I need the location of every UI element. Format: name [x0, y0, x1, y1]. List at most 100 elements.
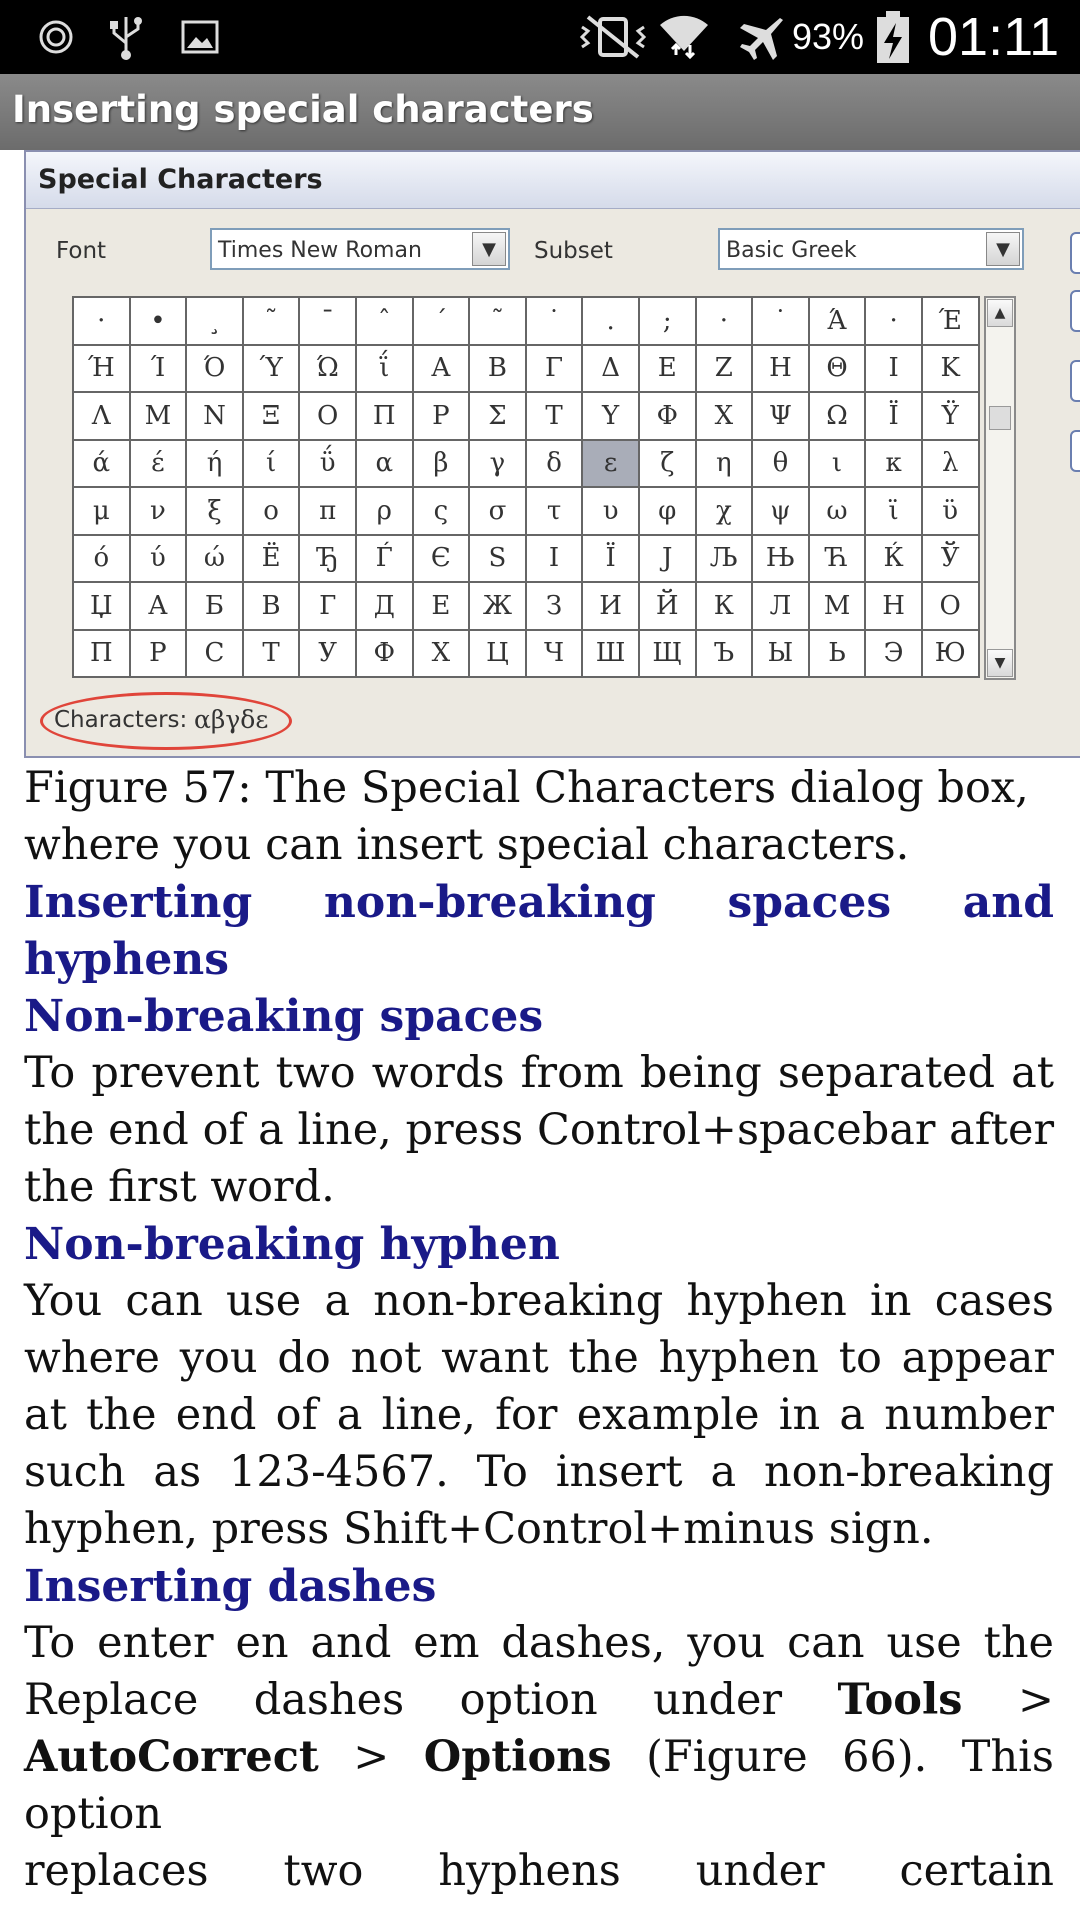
char-cell[interactable]: Ά	[807, 296, 867, 346]
char-cell[interactable]: С	[185, 628, 244, 678]
char-cell[interactable]: Α	[411, 343, 471, 393]
char-cell[interactable]: Э	[864, 628, 923, 678]
char-cell[interactable]: Ь	[807, 628, 867, 678]
char-cell[interactable]: θ	[751, 438, 810, 488]
char-cell[interactable]: ˙	[751, 296, 810, 346]
scroll-thumb[interactable]	[989, 406, 1011, 430]
char-cell[interactable]: J	[637, 533, 697, 583]
char-cell[interactable]: Б	[185, 581, 244, 631]
char-cell[interactable]: π	[298, 486, 357, 536]
char-cell[interactable]: ω	[807, 486, 867, 536]
dialog-button-cancel[interactable]	[1070, 290, 1080, 332]
char-cell[interactable]: S	[468, 533, 527, 583]
char-cell[interactable]: Џ	[72, 581, 131, 631]
char-cell[interactable]: ώ	[185, 533, 244, 583]
char-cell[interactable]: α	[354, 438, 414, 488]
char-cell[interactable]: σ	[468, 486, 527, 536]
char-cell[interactable]: З	[524, 581, 584, 631]
char-cell[interactable]: Д	[354, 581, 414, 631]
char-cell[interactable]: ˜	[241, 296, 301, 346]
char-cell[interactable]: τ	[524, 486, 584, 536]
char-cell[interactable]: Ю	[920, 628, 980, 678]
char-cell[interactable]: У	[298, 628, 357, 678]
char-cell[interactable]: Η	[751, 343, 810, 393]
char-cell[interactable]: Р	[128, 628, 188, 678]
scroll-down-icon[interactable]: ▼	[987, 649, 1013, 677]
char-cell[interactable]: •	[128, 296, 188, 346]
char-cell[interactable]: Н	[864, 581, 923, 631]
char-cell[interactable]: ˜	[468, 296, 527, 346]
char-cell[interactable]: Є	[411, 533, 471, 583]
char-cell[interactable]: Ε	[637, 343, 697, 393]
char-cell[interactable]: Λ	[72, 391, 131, 441]
char-cell[interactable]: η	[694, 438, 754, 488]
char-cell[interactable]: β	[411, 438, 471, 488]
char-cell[interactable]: γ	[468, 438, 527, 488]
char-cell[interactable]: Ш	[581, 628, 640, 678]
char-cell[interactable]: Ц	[468, 628, 527, 678]
char-cell[interactable]: Χ	[694, 391, 754, 441]
char-cell[interactable]: Ќ	[864, 533, 923, 583]
char-cell[interactable]: Й	[637, 581, 697, 631]
char-cell[interactable]: μ	[72, 486, 131, 536]
char-cell[interactable]: Γ	[524, 343, 584, 393]
char-cell[interactable]: И	[581, 581, 640, 631]
char-cell[interactable]: Δ	[581, 343, 640, 393]
char-cell[interactable]: Ў	[920, 533, 980, 583]
char-cell[interactable]: О	[920, 581, 980, 631]
dialog-button-ok[interactable]	[1070, 232, 1080, 274]
char-cell[interactable]: Г	[298, 581, 357, 631]
dialog-button-delete[interactable]	[1070, 430, 1080, 472]
char-cell[interactable]: ή	[185, 438, 244, 488]
char-cell[interactable]: ·	[694, 296, 754, 346]
char-cell[interactable]: Ξ	[241, 391, 301, 441]
char-cell[interactable]: ΐ	[354, 343, 414, 393]
char-cell[interactable]: П	[72, 628, 131, 678]
char-cell[interactable]: Ϋ	[920, 391, 980, 441]
char-cell[interactable]: Β	[468, 343, 527, 393]
grid-scrollbar[interactable]: ▲ ▼	[984, 296, 1016, 680]
char-cell[interactable]: έ	[128, 438, 188, 488]
char-cell[interactable]: Ψ	[751, 391, 810, 441]
char-cell[interactable]: Μ	[128, 391, 188, 441]
char-cell[interactable]: Ζ	[694, 343, 754, 393]
char-cell[interactable]: Ѓ	[354, 533, 414, 583]
char-cell[interactable]: φ	[637, 486, 697, 536]
char-cell[interactable]: Σ	[468, 391, 527, 441]
char-cell[interactable]: Κ	[920, 343, 980, 393]
char-cell[interactable]: ·	[72, 296, 131, 346]
char-cell[interactable]: Ч	[524, 628, 584, 678]
char-cell[interactable]: Θ	[807, 343, 867, 393]
char-cell[interactable]: М	[807, 581, 867, 631]
dialog-button-help[interactable]	[1070, 360, 1080, 402]
char-cell[interactable]: Т	[241, 628, 301, 678]
char-cell[interactable]: Щ	[637, 628, 697, 678]
char-cell[interactable]: I	[524, 533, 584, 583]
char-cell[interactable]: Њ	[751, 533, 810, 583]
char-cell[interactable]: Ή	[72, 343, 131, 393]
char-cell[interactable]: κ	[864, 438, 923, 488]
chevron-down-icon[interactable]: ▼	[472, 232, 506, 266]
char-cell[interactable]: ο	[241, 486, 301, 536]
char-cell[interactable]: Φ	[637, 391, 697, 441]
char-cell[interactable]: δ	[524, 438, 584, 488]
char-cell[interactable]: Ί	[128, 343, 188, 393]
char-cell[interactable]: Ы	[751, 628, 810, 678]
char-cell[interactable]: Ъ	[694, 628, 754, 678]
char-cell[interactable]: Π	[354, 391, 414, 441]
char-cell[interactable]: ι	[807, 438, 867, 488]
char-cell[interactable]: Ω	[807, 391, 867, 441]
char-cell[interactable]: Л	[751, 581, 810, 631]
char-cell[interactable]: В	[241, 581, 301, 631]
char-cell[interactable]: Ο	[298, 391, 357, 441]
char-cell[interactable]: Ж	[468, 581, 527, 631]
char-cell[interactable]: Ι	[864, 343, 923, 393]
char-cell[interactable]: К	[694, 581, 754, 631]
char-cell[interactable]: ά	[72, 438, 131, 488]
char-cell[interactable]: ¸	[185, 296, 244, 346]
char-cell[interactable]: Ф	[354, 628, 414, 678]
char-cell[interactable]: λ	[920, 438, 980, 488]
char-cell[interactable]: Έ	[920, 296, 980, 346]
char-cell[interactable]: Ћ	[807, 533, 867, 583]
char-cell[interactable]: ¯	[298, 296, 357, 346]
